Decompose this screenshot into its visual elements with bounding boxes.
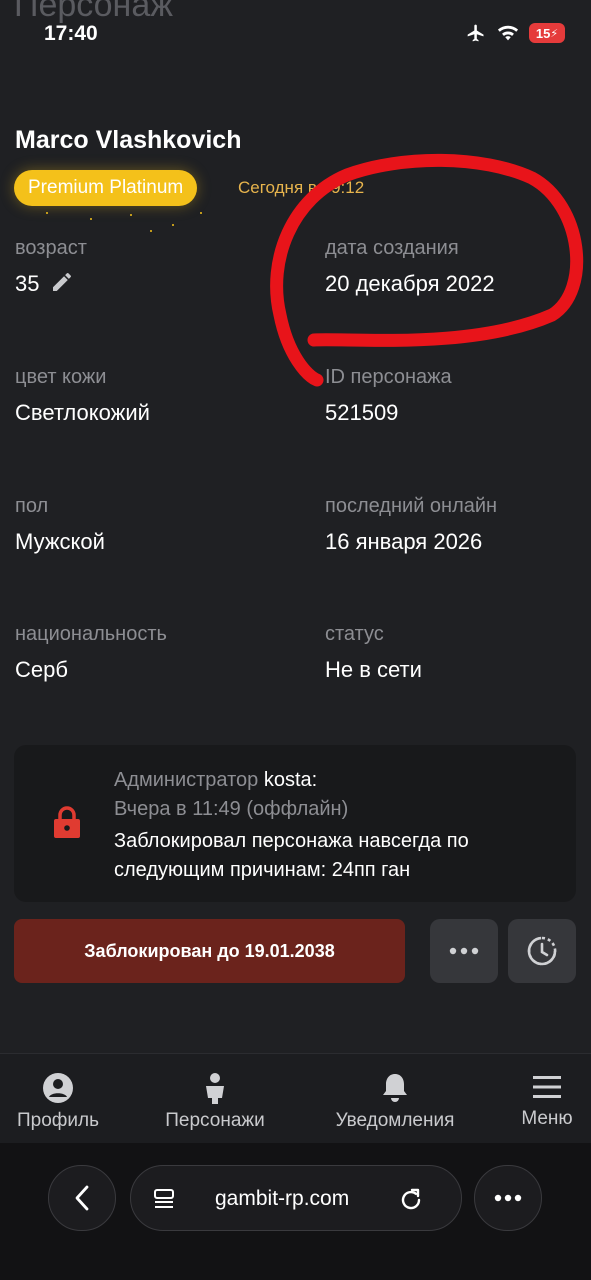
- status-icons: 15 ⚡: [465, 23, 565, 43]
- lock-icon: [54, 806, 80, 838]
- url-text: gambit-rp.com: [215, 1187, 350, 1210]
- age-value: 35: [15, 271, 40, 296]
- more-button[interactable]: [430, 919, 498, 983]
- gender-label: пол: [15, 495, 49, 517]
- more-dots-icon: [449, 947, 479, 955]
- profile-icon: [43, 1073, 73, 1103]
- last-seen-text: Сегодня в 09:12: [238, 178, 365, 197]
- premium-badge[interactable]: Premium Platinum: [14, 170, 198, 206]
- nav-label-notifications: Уведомления: [335, 1110, 455, 1131]
- status-value: Не в сети: [325, 657, 422, 682]
- menu-icon: [533, 1076, 561, 1098]
- nav-label-menu: Меню: [521, 1108, 573, 1129]
- sparkle-decoration: [150, 230, 152, 232]
- bell-icon: [383, 1074, 407, 1102]
- created-value: 20 декабря 2022: [325, 271, 495, 296]
- battery-level: 15: [535, 25, 551, 41]
- ban-time: Вчера в 11:49 (оффлайн): [114, 798, 349, 820]
- skin-label: цвет кожи: [15, 366, 107, 388]
- nav-label-profile: Профиль: [16, 1110, 100, 1131]
- character-icon: [206, 1073, 224, 1104]
- status-bar: 17:40 15 ⚡: [0, 0, 591, 60]
- airplane-icon: [467, 24, 484, 42]
- chevron-left-icon: [75, 1185, 89, 1211]
- sparkle-decoration: [90, 218, 92, 220]
- nav-label-characters: Персонажи: [165, 1110, 265, 1131]
- nationality-label: национальность: [15, 623, 167, 645]
- ban-admin-line: Администратор kosta:: [114, 769, 317, 792]
- age-label: возраст: [15, 237, 87, 259]
- nav-item-characters[interactable]: Персонажи: [158, 1072, 272, 1132]
- status-time: 17:40: [44, 22, 98, 45]
- id-label: ID персонажа: [325, 366, 452, 388]
- sparkle-decoration: [200, 212, 202, 214]
- sparkle-decoration: [172, 224, 174, 226]
- nav-item-menu[interactable]: Меню: [517, 1072, 577, 1130]
- ban-notice-card: Администратор kosta: Вчера в 11:49 (оффл…: [14, 745, 576, 902]
- ban-reason: Заблокировал персонажа навсегда по следу…: [114, 830, 469, 881]
- gender-value: Мужской: [15, 529, 105, 554]
- admin-name[interactable]: kosta:: [264, 769, 317, 791]
- sparkle-decoration: [46, 212, 48, 214]
- character-name: Marco Vlashkovich: [15, 126, 242, 154]
- status-label: статус: [325, 623, 384, 645]
- address-bar[interactable]: gambit-rp.com: [130, 1165, 462, 1231]
- bottom-nav: Профиль Персонажи Уведомления Меню: [0, 1053, 591, 1143]
- last-online-value: 16 января 2026: [325, 529, 483, 554]
- nav-item-profile[interactable]: Профиль: [14, 1072, 102, 1132]
- pencil-icon[interactable]: [50, 270, 74, 294]
- skin-value: Светлокожий: [15, 400, 150, 425]
- more-dots-icon: [494, 1194, 522, 1202]
- battery-icon: 15 ⚡: [529, 23, 565, 43]
- last-online-label: последний онлайн: [325, 495, 498, 517]
- history-button[interactable]: [508, 919, 576, 983]
- page-menu-icon[interactable]: [153, 1188, 175, 1210]
- nationality-value: Серб: [15, 657, 68, 682]
- browser-toolbar: gambit-rp.com: [0, 1143, 591, 1280]
- nav-item-notifications[interactable]: Уведомления: [328, 1072, 462, 1132]
- wifi-icon: [497, 25, 519, 41]
- sparkle-decoration: [130, 214, 132, 216]
- blocked-until-button[interactable]: Заблокирован до 19.01.2038: [14, 919, 405, 983]
- reload-icon[interactable]: [399, 1186, 423, 1212]
- history-clock-icon: [527, 936, 557, 966]
- admin-prefix: Администратор: [114, 769, 259, 791]
- created-label: дата создания: [325, 237, 459, 259]
- id-value: 521509: [325, 400, 399, 425]
- back-button[interactable]: [48, 1165, 116, 1231]
- browser-more-button[interactable]: [474, 1165, 542, 1231]
